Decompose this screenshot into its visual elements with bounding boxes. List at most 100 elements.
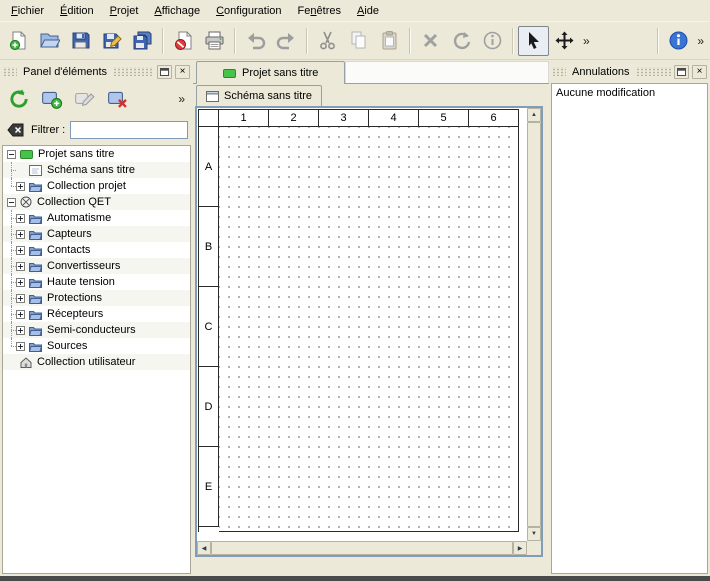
vertical-scrollbar[interactable]: ▲ ▼ bbox=[527, 108, 541, 541]
main-toolbar: » » bbox=[0, 22, 710, 60]
print-button[interactable] bbox=[199, 26, 230, 56]
clear-filter-button[interactable] bbox=[5, 121, 26, 139]
menu-aide[interactable]: Aide bbox=[349, 2, 387, 20]
tree-item-collection-qet[interactable]: Collection QET bbox=[3, 194, 190, 210]
elements-toolbar-overflow-button[interactable]: » bbox=[175, 92, 188, 106]
info-icon bbox=[482, 30, 503, 51]
scroll-up-button[interactable]: ▲ bbox=[527, 108, 541, 122]
float-dock-button[interactable] bbox=[157, 65, 172, 79]
expand-icon[interactable] bbox=[16, 230, 25, 239]
tree-item-label: Capteurs bbox=[47, 228, 92, 240]
menu-configuration[interactable]: Configuration bbox=[208, 2, 289, 20]
tree-item-convertisseurs[interactable]: Convertisseurs bbox=[3, 258, 190, 274]
undo-dock-titlebar[interactable]: Annulations × bbox=[552, 64, 707, 79]
horizontal-scroll-thumb[interactable] bbox=[211, 541, 513, 555]
save-all-button[interactable] bbox=[127, 26, 158, 56]
close-dock-icon: × bbox=[180, 67, 186, 77]
expand-icon[interactable] bbox=[16, 310, 25, 319]
menu-bar: Fichier Édition Projet Affichage Configu… bbox=[0, 0, 710, 22]
collapse-icon[interactable] bbox=[7, 198, 16, 207]
new-element-icon bbox=[41, 88, 63, 110]
menu-affichage[interactable]: Affichage bbox=[146, 2, 208, 20]
element-info-button[interactable] bbox=[477, 26, 508, 56]
schema-tab-bar: Schéma sans titre bbox=[193, 84, 549, 106]
tree-item-haute-tension[interactable]: Haute tension bbox=[3, 274, 190, 290]
row-header: D bbox=[199, 367, 219, 447]
close-dock-button[interactable]: × bbox=[692, 65, 707, 79]
menu-edition[interactable]: Édition bbox=[52, 2, 102, 20]
tab-projet-sans-titre[interactable]: Projet sans titre bbox=[196, 61, 345, 84]
project-icon bbox=[223, 68, 236, 79]
menu-fichier[interactable]: Fichier bbox=[3, 2, 52, 20]
toolbar-overflow-button[interactable]: » bbox=[694, 34, 707, 48]
diagram-viewport: 1 2 3 4 5 6 A B C D bbox=[197, 108, 527, 541]
horizontal-scrollbar[interactable]: ◀ ▶ bbox=[197, 541, 527, 555]
select-mode-button[interactable] bbox=[518, 26, 549, 56]
expand-icon[interactable] bbox=[16, 278, 25, 287]
menu-fenetres[interactable]: Fenêtres bbox=[290, 2, 349, 20]
new-element-button[interactable] bbox=[38, 85, 66, 113]
dock-grip bbox=[113, 67, 154, 76]
dock-grip bbox=[636, 67, 672, 76]
expand-icon[interactable] bbox=[16, 214, 25, 223]
delete-button[interactable] bbox=[415, 26, 446, 56]
save-button[interactable] bbox=[65, 26, 96, 56]
tree-item-recepteurs[interactable]: Récepteurs bbox=[3, 306, 190, 322]
new-document-button[interactable] bbox=[3, 26, 34, 56]
tree-item-schema[interactable]: Schéma sans titre bbox=[3, 162, 190, 178]
save-as-button[interactable] bbox=[96, 26, 127, 56]
tree-item-collection-utilisateur[interactable]: Collection utilisateur bbox=[3, 354, 190, 370]
menu-projet[interactable]: Projet bbox=[102, 2, 147, 20]
expand-icon[interactable] bbox=[16, 326, 25, 335]
column-header: 2 bbox=[269, 110, 319, 127]
toolbar-more-button[interactable]: » bbox=[580, 34, 593, 48]
tree-item-sources[interactable]: Sources bbox=[3, 338, 190, 354]
expand-icon[interactable] bbox=[16, 342, 25, 351]
scroll-left-button[interactable]: ◀ bbox=[197, 541, 211, 555]
rotate-button[interactable] bbox=[446, 26, 477, 56]
tree-item-project[interactable]: Projet sans titre bbox=[3, 146, 190, 162]
collapse-icon[interactable] bbox=[7, 150, 16, 159]
qelectrotech-window: Fichier Édition Projet Affichage Configu… bbox=[0, 0, 710, 581]
tab-schema-sans-titre[interactable]: Schéma sans titre bbox=[196, 85, 322, 106]
vertical-scroll-thumb[interactable] bbox=[527, 122, 541, 527]
reload-collections-button[interactable] bbox=[5, 85, 33, 113]
expand-icon[interactable] bbox=[16, 294, 25, 303]
paste-button[interactable] bbox=[374, 26, 405, 56]
open-project-button[interactable] bbox=[34, 26, 65, 56]
folder-icon bbox=[29, 309, 42, 320]
reload-collections-icon bbox=[8, 88, 30, 110]
tree-item-collection-projet[interactable]: Collection projet bbox=[3, 178, 190, 194]
save-all-icon bbox=[132, 30, 153, 51]
undo-history-item[interactable]: Aucune modification bbox=[553, 85, 706, 101]
scroll-right-button[interactable]: ▶ bbox=[513, 541, 527, 555]
folder-icon bbox=[29, 181, 42, 192]
redo-button[interactable] bbox=[271, 26, 302, 56]
float-dock-button[interactable] bbox=[674, 65, 689, 79]
edit-element-button[interactable] bbox=[71, 85, 99, 113]
tree-item-semi-conducteurs[interactable]: Semi-conducteurs bbox=[3, 322, 190, 338]
tree-item-automatisme[interactable]: Automatisme bbox=[3, 210, 190, 226]
cut-button[interactable] bbox=[312, 26, 343, 56]
pan-mode-button[interactable] bbox=[549, 26, 580, 56]
expand-icon[interactable] bbox=[16, 262, 25, 271]
expand-icon[interactable] bbox=[16, 182, 25, 191]
about-button[interactable] bbox=[663, 26, 694, 56]
filter-input[interactable] bbox=[70, 121, 188, 139]
delete-element-button[interactable] bbox=[104, 85, 132, 113]
diagram-canvas[interactable] bbox=[219, 127, 519, 532]
tree-item-protections[interactable]: Protections bbox=[3, 290, 190, 306]
header-corner-cell bbox=[199, 110, 219, 127]
scroll-down-button[interactable]: ▼ bbox=[527, 527, 541, 541]
elements-panel-titlebar[interactable]: Panel d'éléments × bbox=[3, 64, 190, 79]
tree-item-contacts[interactable]: Contacts bbox=[3, 242, 190, 258]
copy-button[interactable] bbox=[343, 26, 374, 56]
expand-icon[interactable] bbox=[16, 246, 25, 255]
undo-button[interactable] bbox=[240, 26, 271, 56]
elements-panel-title: Panel d'éléments bbox=[20, 66, 110, 78]
close-dock-button[interactable]: × bbox=[175, 65, 190, 79]
tree-item-capteurs[interactable]: Capteurs bbox=[3, 226, 190, 242]
select-arrow-icon bbox=[523, 30, 544, 51]
close-file-button[interactable] bbox=[168, 26, 199, 56]
tab-bar-empty-area bbox=[345, 61, 549, 83]
